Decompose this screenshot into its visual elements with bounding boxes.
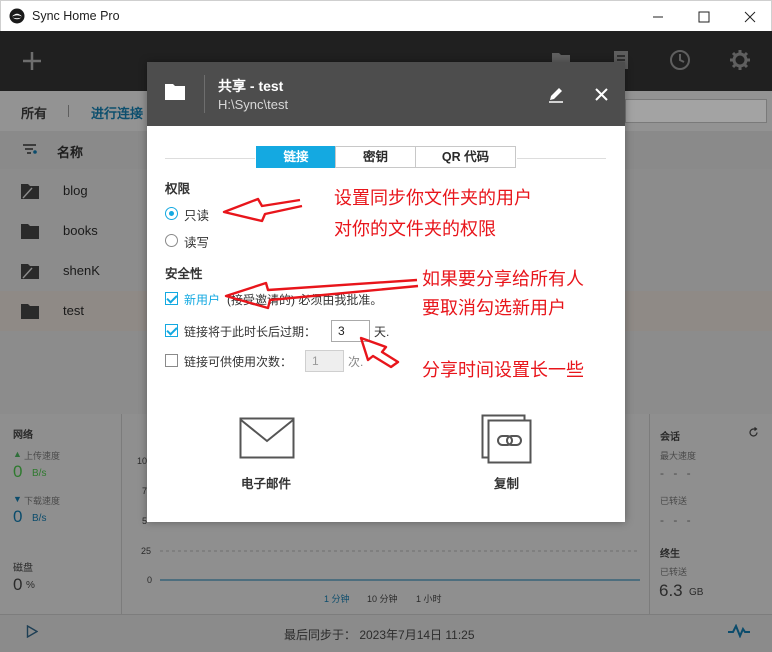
lifetime-unit: GB [689,587,704,598]
time-range-1hour[interactable]: 1 小时 [416,592,442,605]
new-user-note: (接受邀请的) 必须由我批准。 [227,293,383,307]
maximize-button[interactable] [681,1,727,32]
readonly-label[interactable]: 只读 [184,205,209,224]
lifetime-sent-label: 已转送 [660,567,688,577]
lifetime-value: 6.3 [659,581,683,600]
upload-unit: B/s [32,468,47,479]
filter-all-tab[interactable]: 所有 [21,103,47,122]
annotation-note-permissions-line2: 对你的文件夹的权限 [334,219,496,240]
activity-pulse-icon[interactable] [728,624,750,638]
security-title: 安全性 [165,267,203,281]
refresh-icon[interactable] [748,427,759,438]
expire-checkbox[interactable] [165,324,178,337]
download-label: 下载速度 [24,496,61,506]
sort-filter-icon[interactable] [22,143,38,155]
edit-pencil-icon[interactable] [547,86,565,104]
filter-syncing-tab[interactable]: 进行连接 [91,103,143,122]
upload-arrow-icon: ▲ [13,449,22,459]
folder-name: books [63,223,98,238]
folder-shared-icon [21,184,39,199]
time-range-1min[interactable]: 1 分钟 [324,592,350,605]
annotation-note-permissions-line1: 设置同步你文件夹的用户 [334,188,532,209]
tab-key[interactable]: 密钥 [335,146,416,168]
gear-icon[interactable] [729,49,751,71]
network-title: 网络 [13,430,33,441]
chart-tick: 0 [147,575,153,585]
folder-icon [21,304,39,319]
expire-days-input[interactable]: 3 [331,320,370,342]
maximize-icon [698,11,710,23]
readonly-radio[interactable] [165,207,178,220]
filter-divider [68,105,69,117]
uses-checkbox[interactable] [165,354,178,367]
upload-label: 上传速度 [24,451,61,461]
max-speed-label: 最大速度 [660,451,697,461]
last-sync-status: 最后同步于： 2023年7月14日 11:25 [284,628,475,642]
folder-path: H:\Sync\test [218,97,289,112]
email-envelope-icon[interactable] [239,417,295,459]
session-sent-label: 已转送 [660,496,688,506]
time-range-10min[interactable]: 10 分钟 [367,592,398,605]
folder-name: blog [63,183,88,198]
uses-label[interactable]: 链接可供使用次数： [184,353,292,370]
uses-unit: 次. [348,355,364,369]
minimize-button[interactable] [635,1,681,32]
download-value: 0 [13,507,23,526]
tabs-rule [517,158,606,159]
download-arrow-icon: ▼ [13,494,22,504]
permissions-title: 权限 [165,182,191,196]
chart-tick: 25 [141,546,152,556]
folder-name: shenK [63,263,100,278]
readwrite-radio[interactable] [165,234,178,247]
search-input[interactable] [625,99,767,123]
chart-tick: 10 [137,456,148,466]
folder-icon [165,84,185,100]
close-icon [744,11,756,23]
title-bar: Sync Home Pro [0,0,772,31]
folder-icon [21,224,39,239]
chart-gridlines [160,550,640,581]
tabs-rule [165,158,255,159]
tab-qr-code[interactable]: QR 代码 [415,146,516,168]
folder-shared-icon [21,264,39,279]
lifetime-title: 终生 [660,549,680,560]
copy-link-icon[interactable] [481,414,533,464]
stats-divider [121,414,122,614]
annotation-note-newuser-line1: 如果要分享给所有人 [422,269,584,290]
download-unit: B/s [32,513,47,524]
readwrite-label[interactable]: 读写 [184,232,209,251]
folder-name: test [63,303,84,318]
plus-icon[interactable] [21,50,43,72]
session-title: 会话 [660,432,680,443]
close-window-button[interactable] [727,1,772,32]
header-divider [204,75,205,113]
session-sent-value: - - - [660,513,694,527]
expire-unit: 天. [374,325,390,339]
window-title: Sync Home Pro [32,9,120,23]
new-user-label[interactable]: 新用户 [184,291,220,308]
dialog-title: 共享 - test [218,78,284,94]
app-logo-icon [9,8,25,24]
copy-label[interactable]: 复制 [494,473,519,492]
stats-divider [649,414,650,614]
annotation-note-newuser-line2: 要取消勾选新用户 [422,298,566,319]
email-label[interactable]: 电子邮件 [241,473,291,492]
annotation-note-expire: 分享时间设置长一些 [422,360,584,381]
expire-label[interactable]: 链接将于此时长后过期： [184,323,316,340]
clock-icon[interactable] [669,49,691,71]
new-user-checkbox[interactable] [165,292,178,305]
disk-unit: % [26,580,35,591]
disk-title: 磁盘 [13,563,33,574]
name-column-header[interactable]: 名称 [57,142,83,161]
uses-count-input[interactable]: 1 [305,350,344,372]
close-icon[interactable] [595,88,608,101]
minimize-icon [653,16,663,18]
max-speed-value: - - - [660,466,694,480]
play-icon[interactable] [26,625,38,638]
disk-value: 0 [13,575,23,594]
tab-link[interactable]: 链接 [256,146,336,168]
upload-value: 0 [13,462,23,481]
